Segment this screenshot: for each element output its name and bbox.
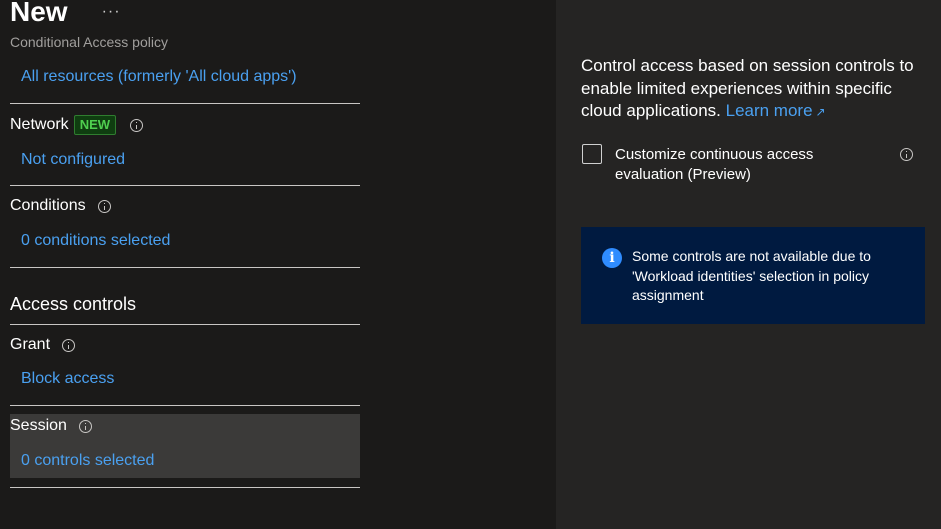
- access-controls-heading: Access controls: [10, 294, 137, 314]
- divider: [10, 405, 360, 406]
- info-icon[interactable]: [78, 419, 92, 433]
- session-description: Control access based on session controls…: [581, 55, 926, 124]
- page-title: New: [10, 0, 68, 27]
- grant-label: Grant: [10, 336, 51, 353]
- new-badge: NEW: [73, 115, 117, 135]
- conditions-value-link[interactable]: 0 conditions selected: [21, 232, 170, 250]
- divider: [10, 267, 360, 268]
- target-resources-link[interactable]: All resources (formerly 'All cloud apps'…: [21, 68, 297, 86]
- session-value-link[interactable]: 0 controls selected: [21, 452, 154, 470]
- notice-text: Some controls are not available due to '…: [632, 248, 871, 303]
- grant-value-link[interactable]: Block access: [21, 370, 114, 388]
- network-value-link[interactable]: Not configured: [21, 151, 125, 169]
- session-label: Session: [10, 417, 67, 434]
- divider: [10, 487, 360, 488]
- learn-more-link[interactable]: Learn more ↗: [726, 101, 826, 120]
- session-panel: Control access based on session controls…: [556, 0, 941, 529]
- divider: [10, 103, 360, 104]
- conditional-access-blade: New ··· Conditional Access policy All re…: [0, 0, 941, 529]
- network-label-row: Network NEW: [10, 115, 144, 135]
- info-icon[interactable]: [62, 338, 76, 352]
- info-notice: i Some controls are not available due to…: [581, 227, 925, 324]
- info-icon[interactable]: [900, 148, 913, 161]
- title-row: New ···: [10, 0, 121, 30]
- session-label-row: Session: [10, 417, 92, 435]
- external-link-icon: ↗: [815, 105, 826, 119]
- conditions-label: Conditions: [10, 197, 86, 214]
- learn-more-label: Learn more: [725, 101, 813, 120]
- grant-label-row: Grant: [10, 336, 76, 354]
- cae-checkbox[interactable]: [582, 144, 602, 164]
- divider: [10, 324, 360, 325]
- cae-info: [900, 148, 913, 166]
- info-filled-icon: i: [602, 248, 622, 268]
- divider: [10, 185, 360, 186]
- conditions-label-row: Conditions: [10, 197, 111, 215]
- cae-checkbox-label[interactable]: Customize continuous access evaluation (…: [615, 145, 845, 185]
- info-icon[interactable]: [130, 118, 144, 132]
- more-options-button[interactable]: ···: [102, 0, 121, 30]
- network-label: Network: [10, 116, 69, 133]
- page-subtitle: Conditional Access policy: [10, 34, 168, 50]
- info-icon[interactable]: [97, 199, 111, 213]
- policy-settings-pane: New ··· Conditional Access policy All re…: [0, 0, 556, 529]
